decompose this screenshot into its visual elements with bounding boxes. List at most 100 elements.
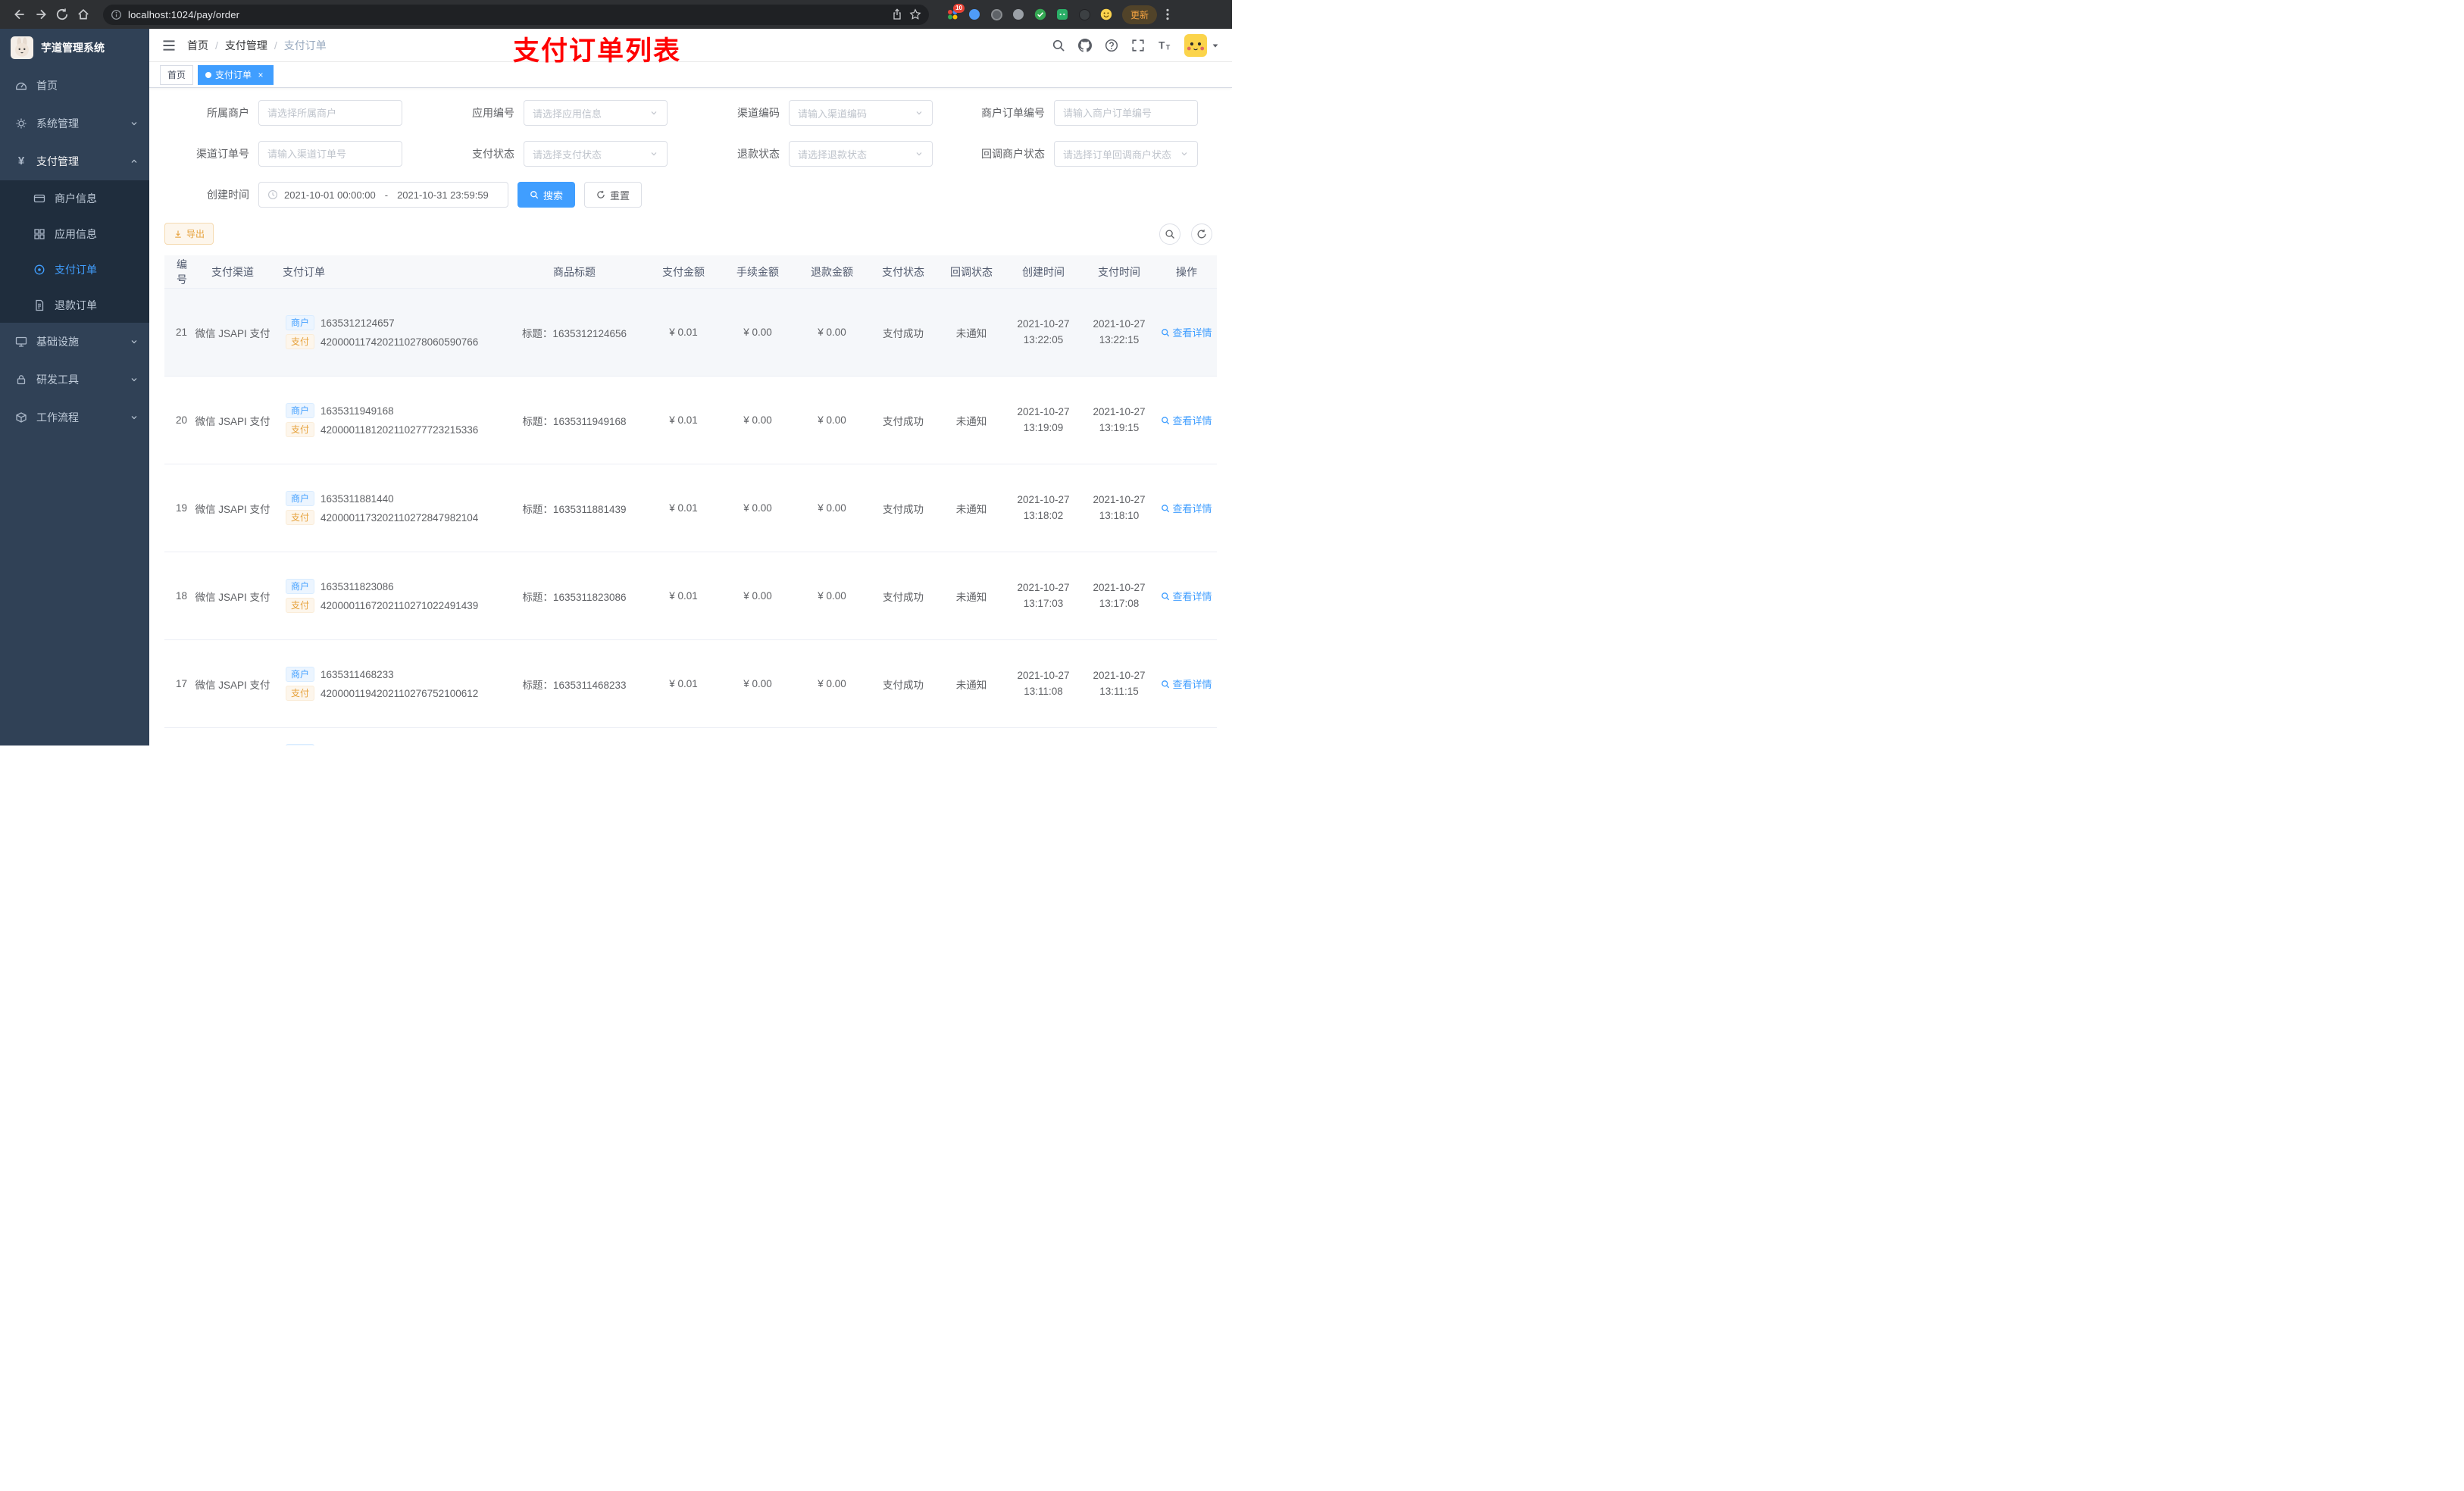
date-end-value: 2021-10-31 23:59:59 xyxy=(397,189,489,201)
view-detail-label: 查看详情 xyxy=(1172,327,1212,339)
extension-chat-icon[interactable] xyxy=(1055,8,1069,21)
breadcrumb-pay-manage[interactable]: 支付管理 xyxy=(225,38,267,53)
export-button[interactable]: 导出 xyxy=(164,223,214,245)
create-time-range-picker[interactable]: 2021-10-01 00:00:00 - 2021-10-31 23:59:5… xyxy=(258,182,508,208)
address-bar[interactable]: localhost:1024/pay/order xyxy=(103,4,929,25)
magnifier-icon xyxy=(1162,416,1170,424)
browser-reload-button[interactable] xyxy=(52,4,73,25)
share-icon[interactable] xyxy=(891,8,903,20)
sidebar-item-workflow[interactable]: 工作流程 xyxy=(0,399,149,436)
magnifier-icon xyxy=(530,191,539,199)
navbar-actions: TT xyxy=(1052,33,1220,57)
user-menu[interactable] xyxy=(1184,33,1220,57)
table-header: 编号 支付渠道 支付订单 商品标题 支付金额 手续金额 退款金额 支付状态 回调… xyxy=(164,255,1217,289)
url-text[interactable]: localhost:1024/pay/order xyxy=(128,9,885,20)
toggle-search-button[interactable] xyxy=(1159,223,1180,245)
github-icon[interactable] xyxy=(1078,38,1092,52)
help-icon[interactable] xyxy=(1105,39,1118,52)
sidebar-item-infra[interactable]: 基础设施 xyxy=(0,323,149,361)
breadcrumb-home[interactable]: 首页 xyxy=(187,38,208,53)
extension-dark-icon[interactable] xyxy=(990,8,1003,21)
reset-button[interactable]: 重置 xyxy=(584,182,643,208)
browser-menu-button[interactable] xyxy=(1157,4,1178,25)
cell-pay-order: 商户 1635311468233 支付 42000011942021102767… xyxy=(275,663,502,705)
sidebar-item-dev-tools[interactable]: 研发工具 xyxy=(0,361,149,399)
tab-close-icon[interactable]: × xyxy=(255,70,266,80)
menu-label: 系统管理 xyxy=(36,117,79,130)
sidebar-item-home[interactable]: 首页 xyxy=(0,67,149,105)
search-button[interactable]: 搜索 xyxy=(518,182,576,208)
col-header-refund-amount: 退款金额 xyxy=(811,265,853,278)
extension-check-icon[interactable] xyxy=(1033,8,1047,21)
select-placeholder: 请选择订单回调商户状态 xyxy=(1063,148,1172,161)
cell-pay-status: 支付成功 xyxy=(883,503,924,515)
browser-home-button[interactable] xyxy=(73,4,94,25)
cell-pay-amount: ¥ 0.01 xyxy=(669,502,698,514)
sidebar-item-system[interactable]: 系统管理 xyxy=(0,105,149,142)
extension-drop-icon[interactable] xyxy=(968,8,981,21)
merchant-filter-input[interactable] xyxy=(258,100,402,126)
browser-update-button[interactable]: 更新 xyxy=(1122,5,1158,24)
extension-grid-icon[interactable]: 10 xyxy=(946,4,965,21)
pay-status-select[interactable]: 请选择支付状态 xyxy=(524,141,668,167)
search-button-label: 搜索 xyxy=(543,189,564,202)
pay-tag: 支付 xyxy=(286,686,315,701)
date-start-value: 2021-10-01 00:00:00 xyxy=(284,189,376,201)
cell-pay-order: 商户 1635311881440 支付 42000011732021102728… xyxy=(275,487,502,529)
channel-order-no-input[interactable] xyxy=(258,141,402,167)
sidebar-item-pay-order[interactable]: 支付订单 xyxy=(0,252,149,287)
sidebar-item-merchant-info[interactable]: 商户信息 xyxy=(0,180,149,216)
extension-puzzle-icon[interactable] xyxy=(1077,8,1091,21)
fullscreen-icon[interactable] xyxy=(1131,39,1145,52)
view-detail-link[interactable]: 查看详情 xyxy=(1161,677,1212,691)
view-detail-link[interactable]: 查看详情 xyxy=(1161,413,1212,427)
extension-emoji-icon[interactable] xyxy=(1099,8,1113,21)
view-detail-label: 查看详情 xyxy=(1172,679,1212,690)
sidebar-item-payment[interactable]: ¥ 支付管理 xyxy=(0,142,149,180)
channel-order-no-label: 渠道订单号 xyxy=(196,148,249,160)
tab-pay-order[interactable]: 支付订单 × xyxy=(198,64,274,85)
magnifier-icon xyxy=(1162,680,1170,688)
refund-status-select[interactable]: 请选择退款状态 xyxy=(789,141,933,167)
view-detail-link[interactable]: 查看详情 xyxy=(1161,325,1212,339)
search-icon[interactable] xyxy=(1052,39,1065,52)
extensions-area: 10 xyxy=(946,4,1113,21)
dark-circle-icon xyxy=(990,8,1002,20)
refresh-table-button[interactable] xyxy=(1191,223,1212,245)
font-size-icon[interactable]: TT xyxy=(1158,39,1171,52)
channel-code-select[interactable]: 请输入渠道编码 xyxy=(789,100,933,126)
col-header-pay-channel: 支付渠道 xyxy=(211,265,254,278)
cell-pay-channel: 微信 JSAPI 支付 xyxy=(195,679,270,691)
app-no-select[interactable]: 请选择应用信息 xyxy=(524,100,668,126)
pay-tag: 支付 xyxy=(286,598,315,613)
cell-pay-status: 支付成功 xyxy=(883,327,924,339)
pay-status-label: 支付状态 xyxy=(472,148,514,160)
site-info-icon[interactable] xyxy=(111,9,122,20)
view-detail-label: 查看详情 xyxy=(1172,415,1212,427)
view-detail-link[interactable]: 查看详情 xyxy=(1161,501,1212,515)
view-detail-link[interactable]: 查看详情 xyxy=(1161,589,1212,603)
merchant-filter-label: 所属商户 xyxy=(207,107,249,119)
table-body: 21 微信 JSAPI 支付 商户 1635312124657 支付 42000… xyxy=(164,289,1217,746)
sidebar-item-app-info[interactable]: 应用信息 xyxy=(0,216,149,252)
cell-notify-status: 未通知 xyxy=(955,591,987,603)
menu-label: 基础设施 xyxy=(36,336,79,348)
browser-forward-button[interactable] xyxy=(30,4,52,25)
cell-pay-channel: 微信 JSAPI 支付 xyxy=(195,327,270,339)
col-header-create-time: 创建时间 xyxy=(1022,265,1065,278)
hamburger-icon[interactable] xyxy=(161,38,177,53)
cell-refund-amount: ¥ 0.00 xyxy=(818,590,846,602)
merchant-order-no-input[interactable] xyxy=(1054,100,1198,126)
browser-back-button[interactable] xyxy=(9,4,30,25)
merchant-tag: 商户 xyxy=(286,315,315,330)
yen-icon: ¥ xyxy=(17,155,25,167)
sidebar: 芋道管理系统 首页 系统管理 ¥ 支付管理 商户信息 应用信息 支付订单 退款订… xyxy=(0,29,149,746)
extension-gray-icon[interactable] xyxy=(1012,8,1025,21)
tab-home[interactable]: 首页 xyxy=(160,64,194,85)
merchant-order-no: 1635312124657 xyxy=(321,317,395,329)
notify-status-select[interactable]: 请选择订单回调商户状态 xyxy=(1054,141,1198,167)
sidebar-item-refund-order[interactable]: 退款订单 xyxy=(0,287,149,323)
bookmark-star-icon[interactable] xyxy=(909,8,921,20)
select-placeholder: 请选择支付状态 xyxy=(533,148,602,161)
menu-label: 工作流程 xyxy=(36,411,79,424)
